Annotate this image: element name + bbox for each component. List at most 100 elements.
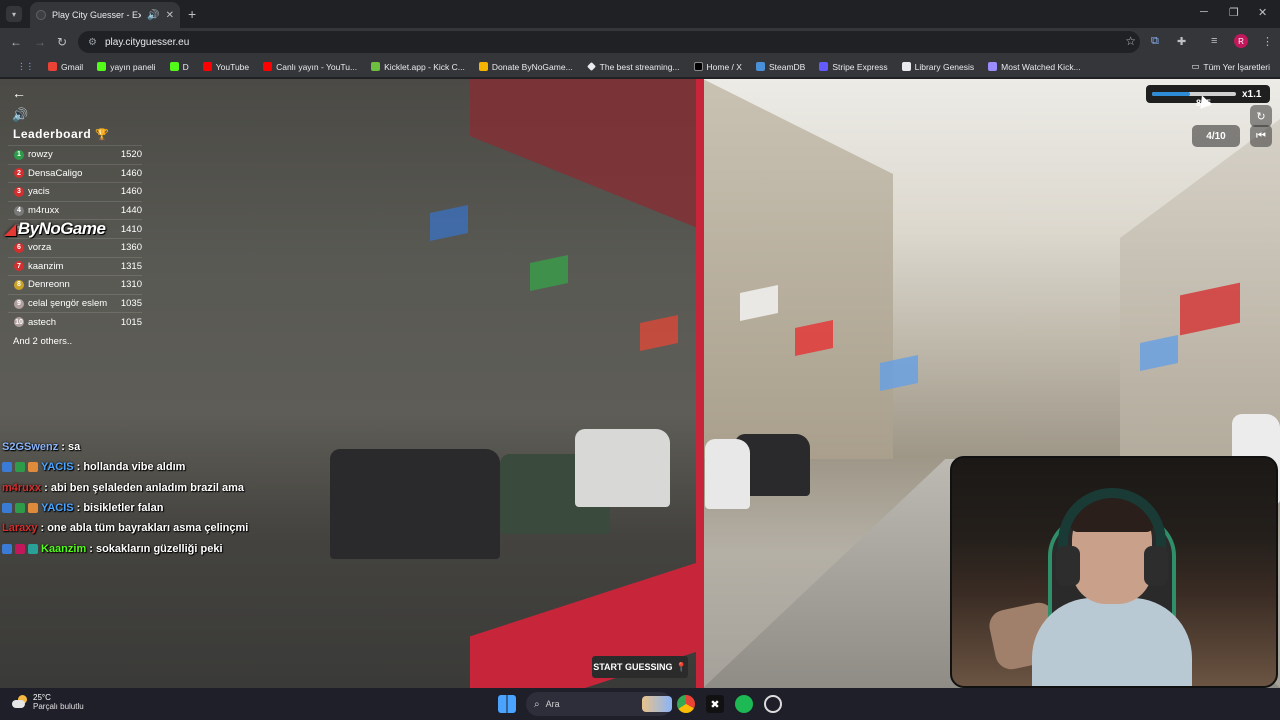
bookmark-item[interactable]: SteamDB	[749, 62, 812, 72]
bookmark-label: Most Watched Kick...	[1001, 61, 1081, 72]
parked-car	[705, 439, 750, 509]
chat-username[interactable]: YACIS	[41, 502, 74, 514]
parked-car	[330, 449, 500, 559]
weather-widget[interactable]: 25°C Parçalı bulutlu	[12, 693, 84, 711]
capcut-icon[interactable]: ✖	[706, 695, 724, 713]
chat-text: : abi ben şelaleden anladım brazil ama	[44, 481, 245, 494]
zoom-slider-track[interactable]	[1152, 92, 1236, 96]
bookmark-item[interactable]: Home / X	[687, 62, 749, 72]
reset-view-icon[interactable]: ↻	[1250, 105, 1272, 127]
bookmark-item[interactable]: D	[163, 62, 196, 72]
bookmark-item[interactable]: Kicklet.app - Kick C...	[364, 62, 472, 72]
player-score: 1410	[120, 223, 142, 235]
chat-text: : hollanda vibe aldım	[76, 461, 186, 474]
bookmark-item[interactable]: Library Genesis	[895, 62, 982, 72]
new-tab-button[interactable]: +	[188, 6, 196, 22]
diamond-icon	[586, 62, 596, 71]
bookmark-star-icon[interactable]: ☆	[1125, 34, 1136, 48]
extensions-icon[interactable]: ✚	[1177, 35, 1186, 48]
bookmark-label: SteamDB	[768, 61, 806, 72]
stream-chat: S2GSwenz: sa YACIS: hollanda vibe aldım m4…	[2, 437, 302, 559]
all-bookmarks[interactable]: ▭ Tüm Yer İşaretleri	[1191, 61, 1270, 72]
bookmark-label: Kicklet.app - Kick C...	[384, 61, 465, 72]
bookmark-label: YouTube	[215, 61, 250, 72]
leaderboard-row: 6 vorza 1360	[8, 237, 142, 257]
webcam-overlay	[950, 456, 1278, 688]
sound-icon[interactable]: 🔊	[12, 107, 28, 123]
chat-username[interactable]: m4ruxx	[2, 482, 41, 494]
translate-icon[interactable]: ⧉	[1151, 35, 1159, 48]
kick-stats-icon	[988, 62, 998, 71]
rank-badge: 4	[14, 205, 24, 216]
chat-message: m4ruxx: abi ben şelaleden anladım brazil…	[2, 478, 302, 498]
chat-badge-icon	[28, 543, 38, 554]
rank-badge: 9	[14, 298, 24, 309]
bookmark-item[interactable]: Stripe Express	[812, 62, 894, 72]
bookmark-label: Gmail	[61, 61, 84, 72]
bookmark-label: D	[182, 61, 189, 72]
chat-username[interactable]: S2GSwenz	[2, 441, 58, 453]
tab-search-icon[interactable]: ▾	[6, 6, 22, 22]
maximize-icon[interactable]: ❐	[1229, 6, 1239, 19]
bookmarks-bar: ⋮⋮ Gmail yayın paneli D YouTube Canlı ya…	[0, 56, 1280, 78]
obs-icon[interactable]	[764, 695, 782, 713]
close-tab-icon[interactable]: ✕	[166, 10, 174, 21]
chat-badge-icon	[15, 543, 25, 554]
leaderboard-row: 1 rowzy 1520	[8, 145, 142, 164]
bookmark-item[interactable]: yayın paneli	[90, 62, 162, 72]
site-info-icon[interactable]: ⚙	[88, 37, 97, 48]
address-bar[interactable]: ⚙ play.cityguesser.eu ☆	[78, 31, 1140, 53]
player-name: vorza	[28, 242, 52, 254]
url-text[interactable]: play.cityguesser.eu	[105, 37, 189, 48]
chat-username[interactable]: Laraxy	[2, 522, 37, 534]
apps-grid-icon[interactable]: ⋮⋮	[10, 61, 41, 72]
close-window-icon[interactable]: ✕	[1258, 6, 1267, 19]
rank-badge: 10	[14, 317, 24, 328]
bookmark-item[interactable]: Most Watched Kick...	[981, 62, 1088, 72]
youtube-icon	[263, 62, 273, 71]
bookmark-label: Library Genesis	[914, 61, 975, 72]
chat-badge-icon	[15, 462, 25, 473]
bookmark-label: The best streaming...	[599, 61, 680, 72]
profile-avatar[interactable]: R	[1234, 34, 1248, 48]
browser-toolbar: ← → ↻ ⚙ play.cityguesser.eu ☆ ⧉ ✚ ≡ ⋮	[0, 28, 1280, 56]
rewind-icon[interactable]: ⏮	[1250, 125, 1272, 147]
leaderboard-header: Leaderboard 🏆	[8, 123, 142, 145]
bynogame-overlay-logo: ◢ ByNoGame	[4, 219, 106, 239]
player-score: 1015	[120, 316, 142, 328]
start-guessing-button[interactable]: START GUESSING 📍	[592, 656, 688, 678]
chrome-icon[interactable]	[677, 695, 695, 713]
speaker-icon[interactable]: 🔊	[147, 10, 159, 21]
forward-icon[interactable]: →	[34, 35, 46, 49]
bookmark-item[interactable]: Canlı yayın - YouTu...	[256, 62, 364, 72]
chat-badge-icon	[28, 462, 38, 473]
reload-icon[interactable]: ↻	[57, 35, 67, 49]
parked-van	[575, 429, 670, 507]
trophy-icon: 🏆	[95, 128, 110, 141]
back-arrow-icon[interactable]: ←	[12, 85, 26, 101]
back-icon[interactable]: ←	[10, 35, 22, 49]
rank-badge: 8	[14, 279, 24, 290]
chat-message: Kaanzim: sokakların güzelliği peki	[2, 538, 302, 558]
bookmark-item[interactable]: Donate ByNoGame...	[472, 62, 580, 72]
bookmark-item[interactable]: Gmail	[41, 62, 90, 72]
chat-badge-icon	[2, 462, 12, 473]
bookmark-label: Stripe Express	[832, 61, 888, 72]
zoom-label: x1.1	[1242, 88, 1262, 100]
spotify-icon[interactable]	[735, 695, 753, 713]
bookmark-item[interactable]: The best streaming...	[580, 62, 687, 72]
chat-username[interactable]: Kaanzim	[41, 543, 86, 555]
media-control-icon[interactable]: ≡	[1211, 35, 1217, 47]
windows-start-icon[interactable]	[498, 695, 516, 713]
player-score: 1315	[120, 260, 142, 272]
tab-active[interactable]: Play City Guesser - Explore 🔊 ✕	[30, 2, 180, 28]
taskbar-search[interactable]: ⌕ Ara	[526, 692, 672, 716]
leaderboard-row: 2 DensaCaligo 1460	[8, 163, 142, 183]
chat-username[interactable]: YACIS	[41, 461, 74, 473]
bookmark-item[interactable]: YouTube	[196, 62, 256, 72]
player-name: celal şengör eslem	[28, 298, 108, 310]
minimize-icon[interactable]: ─	[1200, 6, 1208, 18]
menu-icon[interactable]: ⋮	[1262, 35, 1273, 48]
stripe-icon	[819, 62, 829, 71]
leaderboard-row: 4 m4ruxx 1440	[8, 200, 142, 220]
